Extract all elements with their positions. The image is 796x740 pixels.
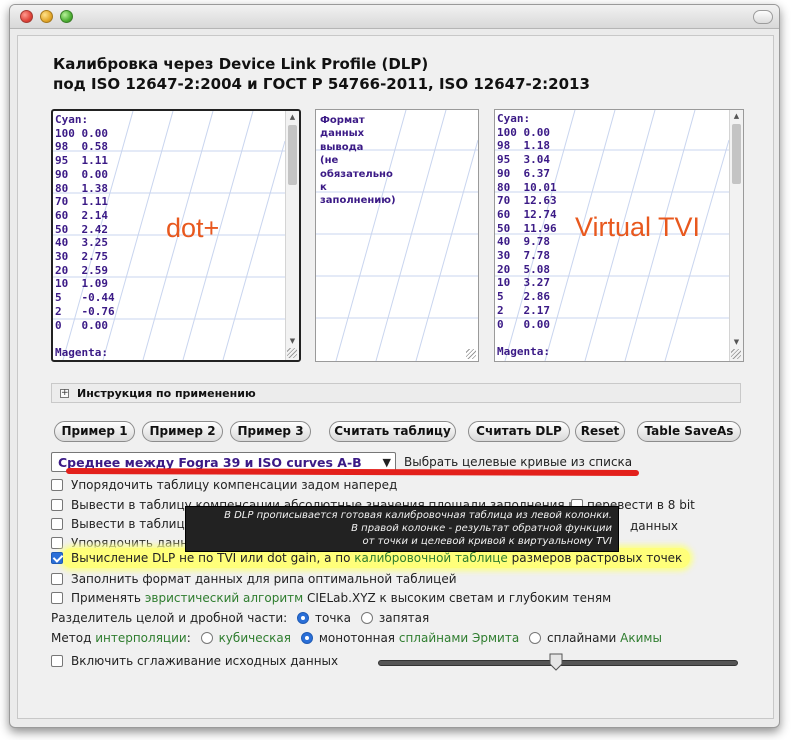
option-smoothing[interactable]: Включить сглаживание исходных данных: [51, 652, 338, 670]
option-reverse-order[interactable]: Упорядочить таблицу компенсации задом на…: [51, 476, 397, 494]
output-table-checkbox[interactable]: [51, 518, 63, 530]
output-table-label-tail: данных: [630, 519, 678, 533]
resize-grip-icon[interactable]: [731, 349, 741, 359]
virtual-tvi-label: Virtual TVI: [575, 212, 701, 242]
tooltip-line1: В DLP прописывается готовая калибровочна…: [224, 510, 612, 521]
heuristic-label-a: Применять: [71, 591, 142, 605]
sort-data-checkbox[interactable]: [51, 537, 63, 549]
output-table-label: Вывести в таблицу: [71, 517, 192, 531]
tooltip-line3: от точки и целевой кривой к виртуальному…: [362, 536, 612, 547]
interp-akima-label-a: сплайнами: [547, 631, 617, 645]
title-bar: [10, 5, 779, 29]
interp-label-a: Метод: [51, 631, 92, 645]
interp-akima-link[interactable]: Акимы: [620, 631, 662, 645]
page-title: Калибровка через Device Link Profile (DL…: [53, 54, 590, 94]
page-title-line2: под ISO 12647-2:2004 и ГОСТ Р 54766-2011…: [53, 75, 590, 93]
separator-row: Разделитель целой и дробной части: точка…: [51, 609, 429, 627]
interpolation-row: Метод интерполяции: кубическая монотонна…: [51, 629, 662, 647]
sep-comma-radio[interactable]: [360, 612, 373, 624]
scroll-up-icon[interactable]: ▲: [286, 111, 299, 124]
instructions-toggle[interactable]: + Инструкция по применению: [51, 383, 741, 403]
read-dlp-button[interactable]: Считать DLP: [468, 421, 570, 442]
option-heuristic[interactable]: Применять эвристический алгоритм CIELab.…: [51, 589, 611, 607]
page-title-line1: Калибровка через Device Link Profile (DL…: [53, 55, 429, 73]
scroll-down-icon[interactable]: ▼: [730, 336, 743, 349]
interp-cubic-label[interactable]: кубическая: [219, 631, 291, 645]
app-window: Калибровка через Device Link Profile (DL…: [9, 4, 780, 728]
separator-label: Разделитель целой и дробной части:: [51, 611, 288, 625]
reverse-order-label: Упорядочить таблицу компенсации задом на…: [71, 478, 398, 492]
interp-mono-radio[interactable]: [300, 632, 313, 644]
calibration-table-link[interactable]: калибровочной таблице: [354, 551, 508, 565]
compensation-table-textarea[interactable]: Cyan: 100 0.00 98 0.58 95 1.11 90 0.00 8…: [51, 109, 301, 362]
main-content: Калибровка через Device Link Profile (DL…: [17, 35, 774, 719]
interp-mono-label-a: монотонная: [318, 631, 396, 645]
target-curves-label: Выбрать целевые кривые из списка: [404, 455, 633, 469]
instructions-label: Инструкция по применению: [77, 387, 256, 400]
heuristic-checkbox[interactable]: [51, 592, 63, 604]
scroll-thumb[interactable]: [288, 125, 297, 185]
calibration-dlp-label-a: Вычисление DLP не по TVI или dot gain, а…: [71, 551, 351, 565]
sep-dot-radio[interactable]: [297, 612, 309, 624]
smoothing-label: Включить сглаживание исходных данных: [71, 654, 339, 668]
sep-comma-label: запятая: [378, 611, 430, 625]
dlp-tooltip: В DLP прописывается готовая калибровочна…: [185, 506, 619, 552]
output-format-textarea[interactable]: Формат данных вывода (не обязательно к з…: [315, 109, 479, 362]
chevron-down-icon: ▼: [382, 456, 391, 469]
fill-optimal-checkbox[interactable]: [51, 573, 63, 585]
scroll-up-icon[interactable]: ▲: [730, 110, 743, 123]
calibration-dlp-label-c: размеров растровых точек: [511, 551, 683, 565]
interp-label-c: :: [186, 631, 191, 645]
interp-akima-radio[interactable]: [529, 632, 542, 644]
reverse-order-checkbox[interactable]: [51, 479, 63, 491]
tooltip-line2: В правой колонке - результат обратной фу…: [351, 523, 612, 534]
close-icon[interactable]: [20, 10, 33, 23]
toolbar-toggle-button[interactable]: [753, 10, 773, 24]
resize-grip-icon[interactable]: [287, 348, 297, 358]
minimize-icon[interactable]: [40, 10, 53, 23]
virtual-tvi-textarea[interactable]: Cyan: 100 0.00 98 1.18 95 3.04 90 6.37 8…: [494, 109, 744, 362]
absolute-values-checkbox[interactable]: [51, 499, 63, 511]
dot-plus-label: dot+: [166, 213, 220, 243]
smoothing-slider-thumb[interactable]: [549, 653, 563, 671]
calibration-table-dlp-checkbox[interactable]: [51, 552, 63, 564]
example-3-button[interactable]: Пример 3: [230, 421, 311, 442]
heuristic-label-c: CIELab.XYZ к высоким светам и глубоким т…: [307, 591, 612, 605]
option-output-table[interactable]: Вывести в таблицу: [51, 515, 192, 533]
sep-dot-label: точка: [315, 611, 352, 625]
expand-plus-icon[interactable]: +: [60, 389, 69, 398]
output-format-placeholder: Формат данных вывода (не обязательно к з…: [320, 115, 396, 207]
read-table-button[interactable]: Считать таблицу: [329, 421, 456, 442]
interp-link[interactable]: интерполяции: [95, 631, 186, 645]
heuristic-link[interactable]: эвристический алгоритм: [145, 591, 303, 605]
option-fill-optimal[interactable]: Заполнить формат данных для рипа оптимал…: [51, 570, 457, 588]
red-underline-annotation: [65, 467, 640, 477]
scroll-down-icon[interactable]: ▼: [286, 335, 299, 348]
interp-mono-link[interactable]: сплайнами Эрмита: [399, 631, 519, 645]
example-2-button[interactable]: Пример 2: [142, 421, 223, 442]
reset-button[interactable]: Reset: [575, 421, 625, 442]
left-scrollbar[interactable]: ▲ ▼: [285, 111, 299, 360]
scroll-thumb[interactable]: [732, 124, 741, 184]
right-scrollbar[interactable]: ▲ ▼: [729, 110, 743, 361]
compensation-table-text: Cyan: 100 0.00 98 0.58 95 1.11 90 0.00 8…: [55, 113, 115, 360]
virtual-tvi-text: Cyan: 100 0.00 98 1.18 95 3.04 90 6.37 8…: [497, 112, 557, 361]
fill-optimal-label: Заполнить формат данных для рипа оптимал…: [71, 572, 457, 586]
example-1-button[interactable]: Пример 1: [54, 421, 135, 442]
resize-grip-icon[interactable]: [466, 349, 476, 359]
zoom-icon[interactable]: [60, 10, 73, 23]
interp-cubic-radio[interactable]: [200, 632, 213, 644]
table-saveas-button[interactable]: Table SaveAs: [637, 421, 741, 442]
smoothing-checkbox[interactable]: [51, 655, 63, 667]
